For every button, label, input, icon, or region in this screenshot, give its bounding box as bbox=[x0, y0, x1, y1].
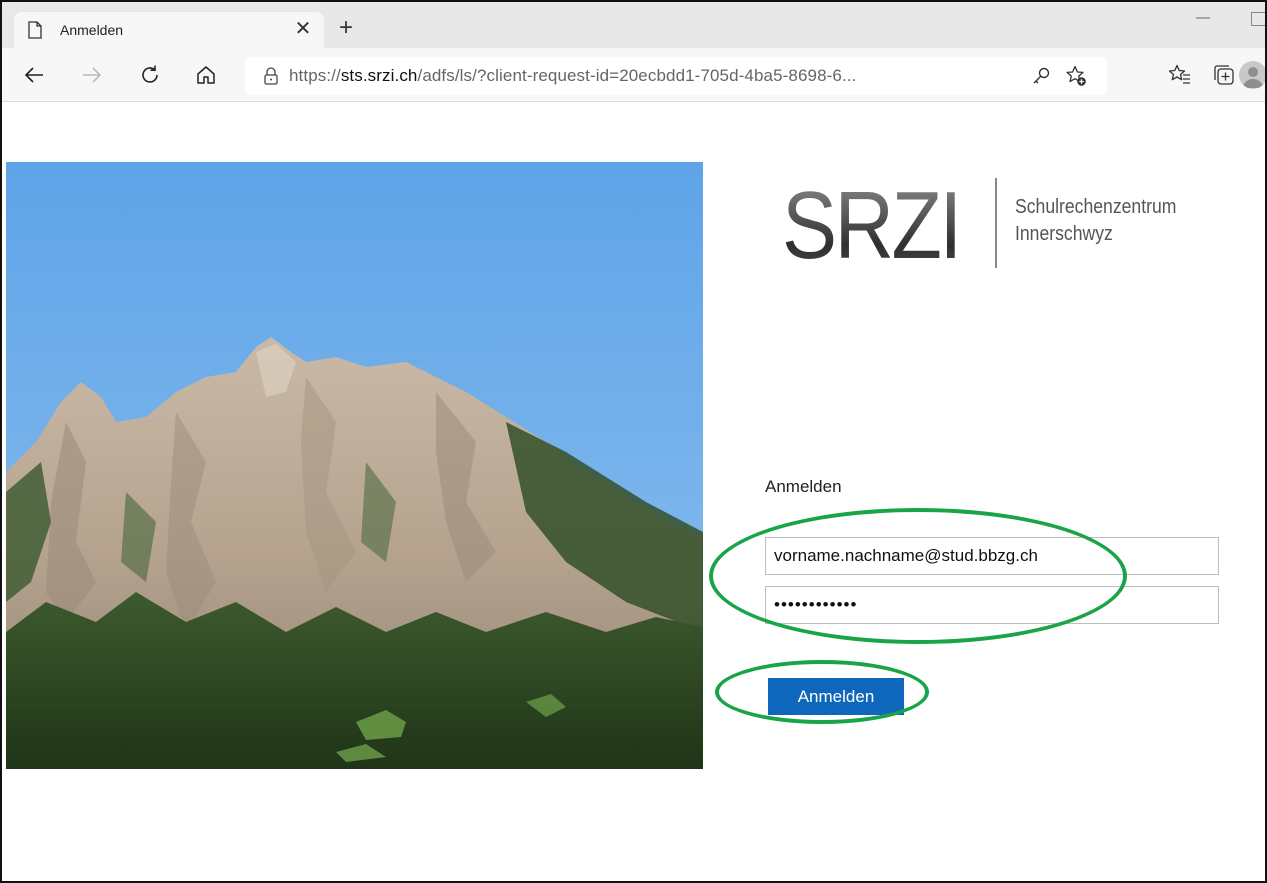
add-favorite-icon bbox=[1066, 65, 1086, 86]
address-bar[interactable]: https://sts.srzi.ch/adfs/ls/?client-requ… bbox=[245, 57, 1107, 95]
forward-button[interactable] bbox=[78, 61, 106, 89]
favorites-icon bbox=[1168, 64, 1190, 84]
close-tab-icon[interactable]: ✕ bbox=[292, 18, 314, 40]
srzi-logo: SRZI Schulrechenzentrum Innerschwyz bbox=[782, 178, 1222, 278]
home-button[interactable] bbox=[192, 61, 220, 89]
add-favorite-button[interactable] bbox=[1062, 62, 1090, 90]
login-form-title: Anmelden bbox=[765, 477, 842, 496]
browser-tab[interactable]: Anmelden ✕ bbox=[14, 12, 324, 48]
forward-arrow-icon bbox=[83, 67, 102, 83]
url-text[interactable]: https://sts.srzi.ch/adfs/ls/?client-requ… bbox=[289, 66, 856, 86]
brand-mark: SRZI bbox=[782, 172, 962, 279]
reload-icon bbox=[142, 65, 158, 83]
minimize-window-icon[interactable] bbox=[1194, 6, 1212, 24]
brand-divider bbox=[995, 178, 997, 268]
mountain-hero-image bbox=[6, 162, 703, 769]
password-field[interactable] bbox=[765, 586, 1219, 624]
back-arrow-icon bbox=[24, 67, 43, 83]
reload-button[interactable] bbox=[136, 61, 164, 89]
lock-icon[interactable] bbox=[263, 67, 279, 85]
profile-avatar-icon bbox=[1243, 67, 1263, 88]
favorites-button[interactable] bbox=[1166, 61, 1194, 89]
tab-strip: Anmelden ✕ + bbox=[2, 2, 1265, 48]
back-button[interactable] bbox=[20, 61, 48, 89]
url-scheme: https:// bbox=[289, 66, 341, 85]
url-host: sts.srzi.ch bbox=[340, 66, 418, 85]
tab-title: Anmelden bbox=[60, 22, 124, 38]
key-icon bbox=[1033, 67, 1050, 84]
new-tab-button[interactable]: + bbox=[334, 16, 358, 40]
browser-toolbar: https://sts.srzi.ch/adfs/ls/?client-requ… bbox=[2, 48, 1267, 102]
profile-button[interactable] bbox=[1239, 61, 1267, 89]
url-path: /adfs/ls/?client-request-id=20ecbdd1-705… bbox=[417, 66, 857, 85]
collections-button[interactable] bbox=[1210, 61, 1238, 89]
maximize-window-icon[interactable] bbox=[1251, 12, 1265, 26]
brand-name-line2: Innerschwyz bbox=[1015, 223, 1113, 245]
sign-in-button[interactable]: Anmelden bbox=[768, 678, 904, 715]
home-icon bbox=[197, 66, 215, 84]
collections-icon bbox=[1214, 65, 1234, 85]
username-field[interactable] bbox=[765, 537, 1219, 575]
brand-name-line1: Schulrechenzentrum bbox=[1015, 196, 1177, 218]
password-key-button[interactable] bbox=[1027, 62, 1055, 90]
page-icon bbox=[28, 21, 42, 39]
